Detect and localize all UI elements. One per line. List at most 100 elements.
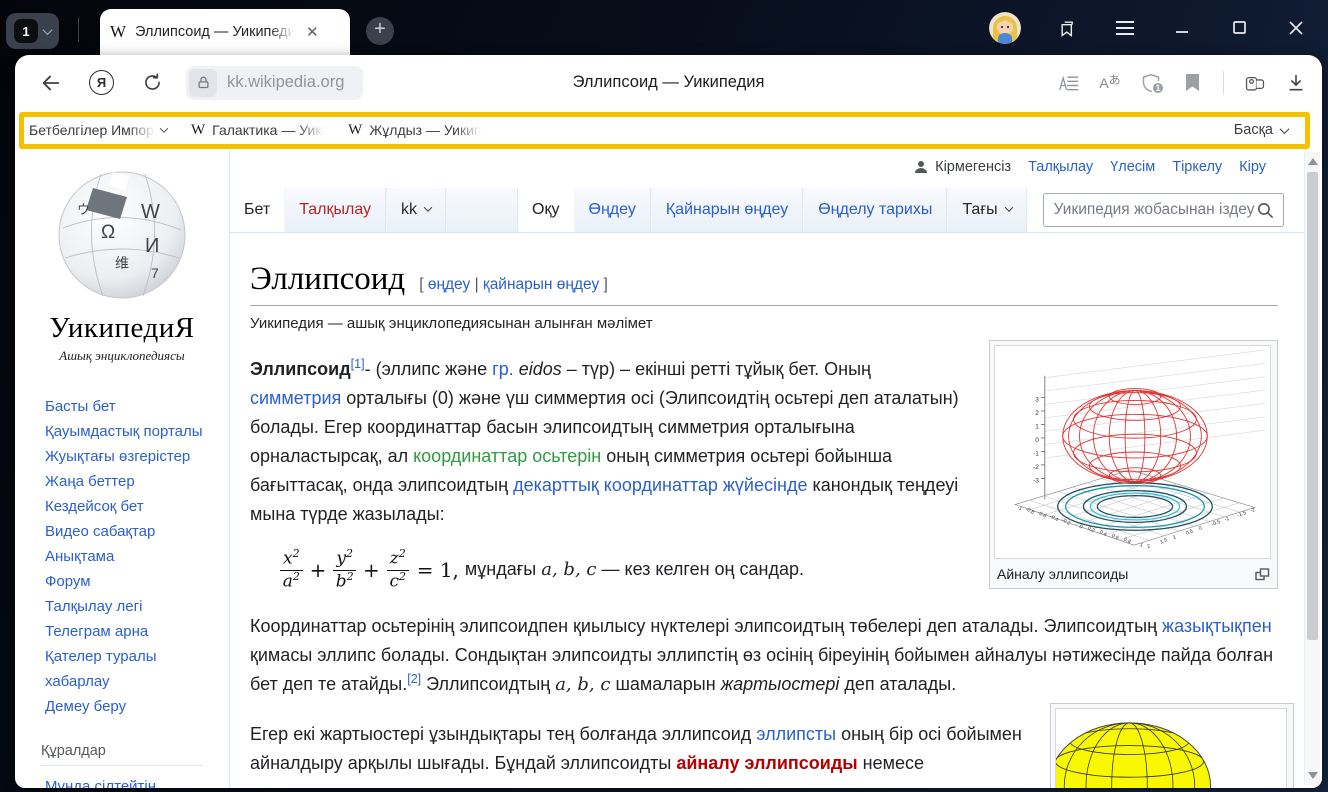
fraction: z2c2 bbox=[387, 548, 409, 591]
reload-icon[interactable] bbox=[140, 71, 164, 95]
tab-тағы[interactable]: Тағы bbox=[947, 188, 1026, 232]
sidebar-link[interactable]: Анықтама bbox=[45, 544, 205, 569]
new-tab-button[interactable]: + bbox=[366, 17, 394, 45]
menu-icon[interactable] bbox=[1115, 18, 1135, 38]
article-link[interactable]: гр. bbox=[492, 359, 514, 379]
tab-оқу[interactable]: Оқу bbox=[518, 188, 573, 232]
scrollbar-thumb[interactable] bbox=[1307, 172, 1318, 640]
sidebar-link[interactable]: Демеу беру bbox=[45, 694, 205, 719]
svg-text:Ω: Ω bbox=[101, 222, 115, 243]
translate-icon[interactable]: Aあ bbox=[1100, 73, 1120, 93]
back-icon[interactable] bbox=[39, 71, 63, 95]
bookmarks-more-button[interactable]: Басқа bbox=[1234, 122, 1288, 138]
sidebar-link[interactable]: Видео сабақтар bbox=[45, 519, 205, 544]
tab-group-counter[interactable]: 1 bbox=[6, 13, 59, 49]
tab-өңделу тарихы[interactable]: Өңделу тарихы bbox=[803, 188, 947, 232]
wikipedia-favicon: W bbox=[110, 22, 126, 42]
wiki-slogan: Ашық энциклопедиясы bbox=[15, 348, 229, 364]
article-link[interactable]: эллипсты bbox=[756, 724, 836, 744]
close-tab-icon[interactable]: ✕ bbox=[304, 23, 321, 42]
sidebar-link[interactable]: Басты бет bbox=[45, 394, 205, 419]
page-title-center: Эллипсоид — Уикипедия bbox=[573, 73, 765, 92]
address-bar[interactable]: kk.wikipedia.org bbox=[186, 66, 363, 100]
sidebar-link[interactable]: Телеграм арна bbox=[45, 619, 205, 644]
text: деп аталады. bbox=[839, 674, 956, 694]
denominator: c2 bbox=[389, 571, 406, 592]
tab-қайнарын өңдеу[interactable]: Қайнарын өңдеу bbox=[651, 188, 803, 232]
wikipedia-logo[interactable]: W Ω И 维 7 ウ bbox=[53, 166, 191, 308]
download-icon[interactable] bbox=[1286, 73, 1306, 93]
denominator: a2 bbox=[283, 571, 300, 592]
bookmarks-more-label: Басқа bbox=[1234, 122, 1273, 138]
search-box[interactable] bbox=[1043, 193, 1284, 227]
browser-tab-active[interactable]: W Эллипсоид — Уикипедия ✕ bbox=[100, 9, 350, 55]
personal-link[interactable]: Талқылау bbox=[1028, 159, 1093, 175]
svg-text:-0.8: -0.8 bbox=[1024, 506, 1035, 516]
article-link[interactable]: декарттық координаттар жүйесінде bbox=[513, 475, 807, 495]
tab-талқылау[interactable]: Талқылау bbox=[284, 188, 386, 232]
text: Координаттар осьтерінің элипсоидпен қиыл… bbox=[250, 616, 1162, 636]
sidebar-tools: Мұнда сілтейтін беттерҚатысты өзгерістер… bbox=[15, 774, 229, 788]
sidebar-link[interactable]: Кездейсоқ бет bbox=[45, 494, 205, 519]
sidebar-link[interactable]: Жуықтағы өзгерістер bbox=[45, 444, 205, 469]
bookmark-item[interactable]: Бетбелгілер Импортталды bbox=[29, 122, 167, 138]
url-text: kk.wikipedia.org bbox=[217, 73, 360, 92]
enlarge-icon[interactable] bbox=[1255, 568, 1270, 581]
sidebar-link[interactable]: Қателер туралы хабарлау bbox=[45, 644, 205, 694]
figure-rotation-ellipsoid[interactable]: 3210-1-2-3-1-0.8-0.6-0.4-0.200.20.40.60.… bbox=[989, 340, 1278, 589]
bookmark-label: Бетбелгілер Импортталды bbox=[29, 122, 155, 138]
tab-өңдеу[interactable]: Өңдеу bbox=[574, 188, 651, 232]
sidebar-link[interactable]: Талқылау легі bbox=[45, 594, 205, 619]
sidebar-tool-link[interactable]: Мұнда сілтейтін беттер bbox=[45, 774, 205, 788]
reader-mode-icon[interactable] bbox=[1059, 73, 1079, 93]
bookmark-flag-icon[interactable] bbox=[1182, 73, 1202, 93]
edit-link[interactable]: өңдеу bbox=[428, 276, 470, 293]
personal-link[interactable]: Үлесім bbox=[1110, 159, 1155, 175]
tab-label: Талқылау bbox=[299, 201, 371, 219]
reference-link[interactable]: [2] bbox=[407, 672, 421, 686]
sidebar-nav: Басты бетҚауымдастық порталыЖуықтағы өзг… bbox=[15, 394, 229, 719]
edit-source-link[interactable]: қайнарын өңдеу bbox=[483, 276, 599, 293]
bookmark-item[interactable]: WЖұлдыз — Уикипедия bbox=[348, 122, 481, 139]
article-link[interactable]: жазықтықпен bbox=[1162, 616, 1272, 636]
reference-link[interactable]: [1] bbox=[351, 357, 365, 371]
red-wireframe-ellipsoid bbox=[1063, 389, 1208, 484]
scroll-up-arrow[interactable] bbox=[1308, 158, 1318, 165]
article-tabs: Бет Талқылау kk ОқуӨңдеуҚайнарын өңдеуӨңде… bbox=[230, 188, 1304, 233]
article-link[interactable]: симметрия bbox=[250, 388, 341, 408]
tab-бет[interactable]: Бет bbox=[230, 188, 284, 232]
figure-yellow-ellipsoid[interactable] bbox=[1050, 703, 1294, 788]
bookmark-item[interactable]: WГалактика — Уикипедия bbox=[191, 122, 324, 139]
text: – түр) – екінші ретті тұйық бет. Оның bbox=[562, 359, 871, 379]
svg-text:2: 2 bbox=[1146, 543, 1151, 550]
page-scrollbar[interactable] bbox=[1304, 152, 1320, 785]
sidebar-link[interactable]: Қауымдастық порталы bbox=[45, 419, 205, 444]
avatar-image bbox=[989, 12, 1021, 44]
sidebar-link[interactable]: Жаңа беттер bbox=[45, 469, 205, 494]
tab-kk[interactable]: kk bbox=[386, 188, 446, 232]
scroll-down-arrow[interactable] bbox=[1308, 772, 1318, 779]
yellow-ellipsoid-image[interactable] bbox=[1055, 708, 1287, 788]
lock-icon[interactable] bbox=[189, 69, 217, 97]
browser-content-card: Я kk.wikipedia.org Эллипсоид — Уикипедия bbox=[15, 55, 1322, 788]
close-window-icon[interactable] bbox=[1286, 18, 1306, 38]
maximize-window-icon[interactable] bbox=[1229, 18, 1249, 38]
extensions-icon[interactable] bbox=[1245, 73, 1265, 93]
denominator: b2 bbox=[336, 571, 354, 592]
search-input[interactable] bbox=[1054, 201, 1256, 219]
yandex-icon[interactable]: Я bbox=[89, 70, 114, 95]
sidebar-link[interactable]: Форум bbox=[45, 569, 205, 594]
user-status: Кірмегенсіз bbox=[913, 159, 1011, 175]
personal-link[interactable]: Тіркелу bbox=[1172, 159, 1222, 175]
minimize-window-icon[interactable] bbox=[1172, 18, 1192, 38]
bookmarks-panel-icon[interactable] bbox=[1058, 18, 1078, 38]
protect-shield-icon[interactable]: 1 bbox=[1141, 73, 1161, 93]
ellipsoid-plot-image[interactable]: 3210-1-2-3-1-0.8-0.6-0.4-0.200.20.40.60.… bbox=[994, 345, 1271, 559]
user-avatar[interactable] bbox=[989, 12, 1021, 44]
personal-link[interactable]: Кіру bbox=[1239, 159, 1266, 175]
search-icon[interactable] bbox=[1256, 201, 1275, 220]
wiki-wordmark[interactable]: УикипедиЯ bbox=[15, 312, 229, 345]
article-link-green[interactable]: координаттар осьтерін bbox=[413, 446, 601, 466]
title-divider bbox=[250, 305, 1278, 306]
divider bbox=[1223, 71, 1224, 95]
